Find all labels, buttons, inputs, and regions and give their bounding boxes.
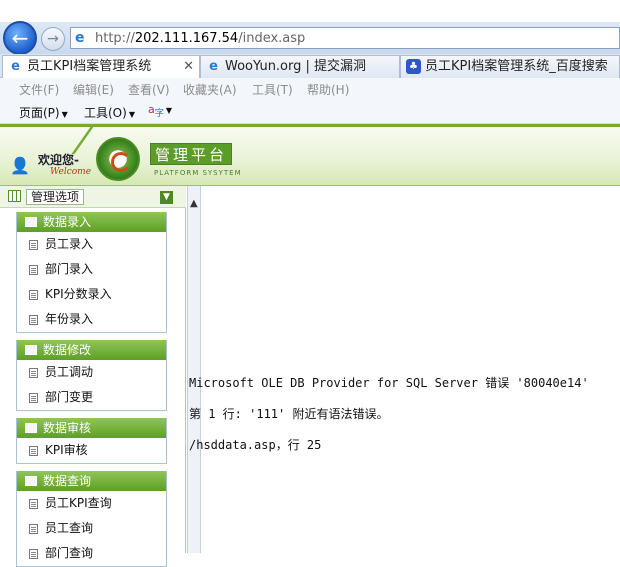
group-header-data-modify[interactable]: 数据修改 [17,340,166,360]
list-item[interactable]: 部门变更 [17,385,166,410]
back-arrow-icon: ← [11,26,29,50]
platform-title-en: PLATFORM SYSYTEM [154,169,242,177]
document-icon [29,265,38,275]
dropdown-arrow-icon: ▼ [165,106,173,115]
menu-help[interactable]: 帮助(H) [307,81,349,98]
tab-wooyun[interactable]: e WooYun.org | 提交漏洞 [200,55,400,78]
tab-kpi-system[interactable]: e 员工KPI档案管理系统 ✕ [2,55,200,78]
list-item[interactable]: KPI审核 [17,438,166,463]
group-data-review: 数据审核 KPI审核 [16,418,167,464]
error-message: Microsoft OLE DB Provider for SQL Server… [189,376,589,390]
site-banner: 👤 欢迎您- Welcome 管理平台 PLATFORM SYSYTEM [0,124,620,186]
list-item[interactable]: 员工KPI查询 [17,491,166,516]
dropdown-arrow-icon: ▼ [128,110,135,119]
document-icon [29,549,38,559]
menu-file[interactable]: 文件(F) [19,81,59,98]
ie-icon: e [11,59,20,74]
admin-options-button[interactable]: 管理选项 [26,189,85,205]
document-icon [29,368,38,378]
list-item[interactable]: 员工查询 [17,516,166,541]
ie-icon: e [75,30,85,46]
menu-tools[interactable]: 工具(T) [252,81,293,98]
error-detail: 第 1 行: '111' 附近有语法错误。 [189,407,389,421]
url-text[interactable]: http://202.111.167.54/index.asp [95,31,305,46]
group-data-entry: 数据录入 员工录入 部门录入 KPI分数录入 年份录入 [16,212,167,333]
document-icon [29,315,38,325]
tools-menu-button[interactable]: 工具(O) ▼ [84,104,135,121]
baidu-paw-icon: ♣ [406,59,421,74]
group-data-modify: 数据修改 员工调动 部门变更 [16,340,167,411]
collapse-down-icon[interactable]: ▼ [160,191,173,204]
menu-favorites[interactable]: 收藏夹(A) [183,81,237,98]
welcome-text-en: Welcome [50,167,92,177]
menu-view[interactable]: 查看(V) [128,81,170,98]
document-icon [29,499,38,509]
tab-baidu-search[interactable]: ♣ 员工KPI档案管理系统_百度搜索 [400,55,620,78]
document-icon [29,446,38,456]
translate-icon: a字 [148,103,164,120]
grid-icon [8,190,21,202]
user-icon: 👤 [10,156,30,175]
list-icon [25,345,37,355]
forward-arrow-icon: → [47,31,59,47]
list-item[interactable]: 员工调动 [17,360,166,385]
list-icon [25,423,37,433]
error-location: /hsddata.asp，行 25 [189,438,322,452]
list-icon [25,217,37,227]
close-tab-icon[interactable]: ✕ [183,56,194,77]
main-content: Microsoft OLE DB Provider for SQL Server… [188,186,620,553]
menu-edit[interactable]: 编辑(E) [73,81,114,98]
menu-bar: 文件(F) 编辑(E) 查看(V) 收藏夹(A) 工具(T) 帮助(H) [0,78,620,100]
group-header-data-review[interactable]: 数据审核 [17,418,166,438]
page-menu-button[interactable]: 页面(P) ▼ [19,104,68,121]
ie-icon: e [209,59,218,74]
address-bar[interactable]: e http://202.111.167.54/index.asp [70,27,620,49]
tab-strip: e 员工KPI档案管理系统 ✕ e WooYun.org | 提交漏洞 ♣ 员工… [0,54,620,78]
group-header-data-query[interactable]: 数据查询 [17,471,166,491]
translate-button[interactable]: a字 ▼ [148,102,172,119]
command-bar: 页面(P) ▼ 工具(O) ▼ a字 ▼ [0,100,620,124]
list-item[interactable]: 年份录入 [17,307,166,332]
document-icon [29,524,38,534]
list-item[interactable]: 员工录入 [17,232,166,257]
sidebar: 管理选项 ▼ 数据录入 员工录入 部门录入 KPI分数录入 年份录入 数据修改 … [0,186,186,567]
list-icon [25,476,37,486]
dropdown-arrow-icon: ▼ [61,110,68,119]
list-item[interactable]: 部门录入 [17,257,166,282]
platform-title: 管理平台 [150,143,233,165]
navigation-bar: ← → e http://202.111.167.54/index.asp [0,21,620,55]
document-icon [29,393,38,403]
group-header-data-entry[interactable]: 数据录入 [17,212,166,232]
back-button[interactable]: ← [3,21,37,55]
platform-logo [96,137,140,181]
welcome-text: 欢迎您- [38,153,79,167]
document-icon [29,290,38,300]
forward-button[interactable]: → [41,27,65,51]
list-item[interactable]: 部门查询 [17,541,166,566]
sidebar-header: 管理选项 ▼ [0,186,186,208]
list-item[interactable]: KPI分数录入 [17,282,166,307]
document-icon [29,240,38,250]
